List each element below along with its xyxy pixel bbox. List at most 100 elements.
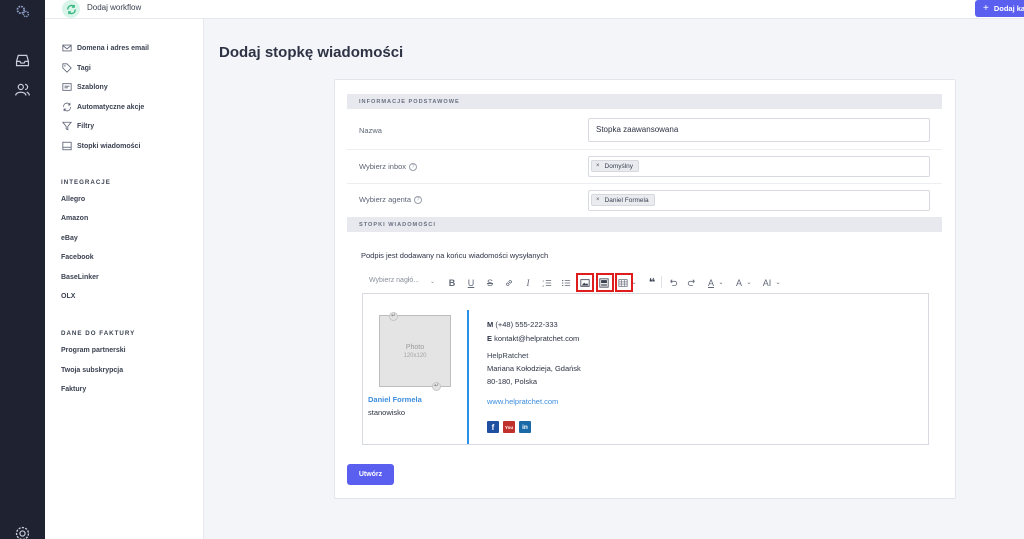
heading-select[interactable]: Wybierz nagłó...: [369, 277, 419, 284]
sidebar-item-label: Stopki wiadomości: [77, 142, 141, 150]
signature-info-text: Podpis jest dodawany na końcu wiadomości…: [361, 251, 549, 260]
chevron-down-icon[interactable]: ⌄: [745, 275, 753, 290]
sidebar-item-allegro[interactable]: Allegro: [61, 196, 85, 203]
plus-icon: +: [983, 3, 989, 14]
basic-info-heading: INFORMACJE PODSTAWOWE: [347, 94, 942, 109]
agent-label: Wybierz agenta?: [359, 195, 423, 204]
chevron-down-icon[interactable]: ⌄: [774, 275, 782, 290]
sidebar-item-tags[interactable]: Tagi: [62, 61, 91, 75]
font-color-button[interactable]: A: [705, 275, 717, 290]
line-break-icon[interactable]: ↵: [389, 312, 398, 321]
invoice-heading: DANE DO FAKTURY: [61, 330, 136, 337]
sidebar-item-label: Automatyczne akcje: [77, 103, 145, 111]
remove-chip-icon[interactable]: ×: [596, 197, 600, 203]
undo-icon[interactable]: [667, 275, 679, 290]
sidebar-item-ebay[interactable]: eBay: [61, 235, 78, 242]
link-icon[interactable]: [503, 275, 515, 290]
sidebar-item-label: Szablony: [77, 83, 108, 91]
sidebar-item-domain[interactable]: Domena i adres email: [62, 41, 149, 55]
photo-size: 120x120: [403, 352, 427, 359]
bold-button[interactable]: B: [446, 275, 458, 290]
svg-text:1: 1: [542, 278, 544, 282]
chevron-down-icon[interactable]: ⌄: [717, 275, 725, 290]
sidebar-item-amazon[interactable]: Amazon: [61, 215, 88, 222]
remove-chip-icon[interactable]: ×: [596, 163, 600, 169]
name-label: Nazwa: [359, 126, 382, 135]
agent-label-text: Wybierz agenta: [359, 195, 412, 204]
name-label-text: Nazwa: [359, 126, 382, 135]
linkedin-icon[interactable]: in: [519, 421, 531, 433]
agent-chip: × Daniel Formela: [591, 194, 655, 206]
numbered-list-icon[interactable]: 12: [541, 275, 553, 290]
inbox-chip: × Domyślny: [591, 160, 640, 172]
signature-phone: M (+48) 555-222-333: [487, 320, 558, 329]
sidebar-item-olx[interactable]: OLX: [61, 293, 75, 300]
add-workflow-link[interactable]: Dodaj workflow: [87, 3, 141, 12]
help-icon[interactable]: ?: [414, 195, 423, 204]
footers-heading: STOPKI WIADOMOŚCI: [347, 217, 942, 232]
email-prefix: E: [487, 334, 493, 343]
page-title: Dodaj stopkę wiadomości: [219, 44, 404, 61]
filter-icon: [62, 121, 72, 131]
italic-button[interactable]: I: [522, 275, 534, 290]
sidebar-item-auto-actions[interactable]: Automatyczne akcje: [62, 100, 144, 114]
sidebar-item-facebook[interactable]: Facebook: [61, 254, 94, 261]
row-divider: [347, 183, 942, 184]
sidebar-item-partner[interactable]: Program partnerski: [61, 347, 126, 354]
inbox-select[interactable]: [588, 156, 930, 177]
signature-name: Daniel Formela: [368, 395, 422, 404]
add-button[interactable]: + Dodaj ka: [975, 0, 1024, 17]
sidebar-item-footers[interactable]: Stopki wiadomości: [62, 139, 140, 153]
inbox-label-text: Wybierz inbox: [359, 162, 407, 171]
signature-company: HelpRatchet: [487, 351, 529, 360]
facebook-icon[interactable]: f: [487, 421, 499, 433]
logo-gears-icon[interactable]: [14, 3, 31, 20]
underline-button[interactable]: U: [465, 275, 477, 290]
name-input-value: Stopka zaawansowana: [596, 125, 679, 134]
strikethrough-button[interactable]: S: [484, 275, 496, 290]
template-icon: [62, 83, 72, 91]
phone-prefix: M: [487, 320, 494, 329]
youtube-icon[interactable]: You: [503, 421, 515, 433]
bullet-list-icon[interactable]: [560, 275, 572, 290]
font-size-button[interactable]: A: [733, 275, 745, 290]
integrations-heading: INTEGRACJE: [61, 179, 111, 186]
signature-divider: [467, 310, 469, 444]
signature-role: stanowisko: [368, 408, 406, 417]
settings-gear-icon[interactable]: [14, 525, 31, 539]
toolbar-divider: [661, 276, 662, 288]
email-value: kontakt@helpratchet.com: [494, 334, 580, 343]
users-icon[interactable]: [14, 81, 31, 98]
mail-domain-icon: [62, 44, 72, 52]
settings-sidebar: Domena i adres email Tagi Szablony Autom…: [45, 19, 204, 539]
workflow-sync-icon[interactable]: [62, 0, 80, 18]
highlight-table-button: [615, 273, 633, 292]
sidebar-item-label: Domena i adres email: [77, 44, 149, 52]
top-bar: Dodaj workflow + Dodaj ka: [45, 0, 1024, 19]
line-break-icon[interactable]: ↵: [432, 382, 441, 391]
inbox-chip-label: Domyślny: [604, 162, 634, 170]
sidebar-item-subscription[interactable]: Twoja subskrypcja: [61, 367, 123, 374]
font-family-button[interactable]: AI: [760, 275, 774, 290]
inbox-icon[interactable]: [14, 52, 31, 69]
redo-icon[interactable]: [686, 275, 698, 290]
signature-address-1: Mariana Kołodzieja, Gdańsk: [487, 364, 581, 373]
signature-website[interactable]: www.helpratchet.com: [487, 397, 558, 406]
chevron-down-icon[interactable]: ⌄: [430, 278, 435, 285]
footer-icon: [62, 141, 72, 151]
photo-placeholder[interactable]: Photo 120x120: [379, 315, 451, 387]
sidebar-item-filters[interactable]: Filtry: [62, 119, 94, 133]
create-button[interactable]: Utwórz: [347, 464, 394, 485]
sidebar-item-baselinker[interactable]: BaseLinker: [61, 274, 99, 281]
photo-label: Photo: [405, 343, 425, 351]
sidebar-item-label: Tagi: [77, 64, 91, 72]
help-icon[interactable]: ?: [409, 162, 418, 171]
svg-text:2: 2: [542, 283, 544, 287]
highlight-image-button: [576, 273, 594, 292]
add-button-label: Dodaj ka: [993, 4, 1024, 13]
signature-address-2: 80-180, Polska: [487, 377, 538, 386]
inbox-label: Wybierz inbox?: [359, 162, 418, 171]
sidebar-item-templates[interactable]: Szablony: [62, 80, 108, 94]
blockquote-button[interactable]: ❝: [646, 275, 658, 290]
sidebar-item-invoices[interactable]: Faktury: [61, 386, 86, 393]
